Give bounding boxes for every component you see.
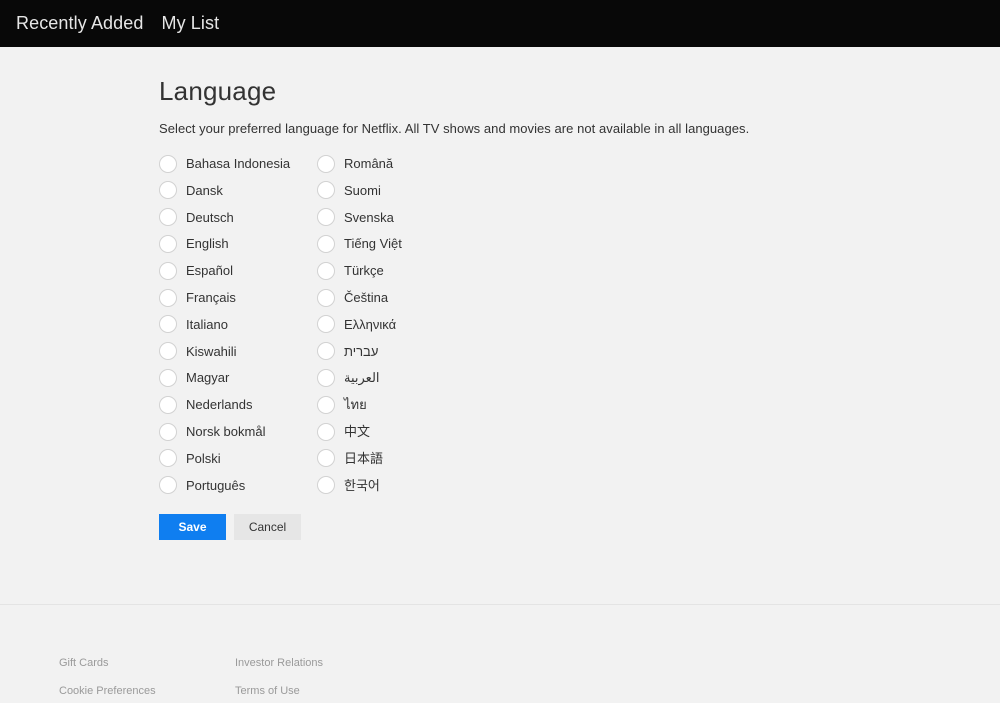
language-option-label: Português	[186, 477, 246, 493]
language-option-label: Polski	[186, 450, 221, 466]
language-option-label: 日本語	[344, 450, 384, 466]
language-option-row[interactable]: Čeština	[317, 284, 617, 311]
cancel-button[interactable]: Cancel	[234, 513, 301, 540]
language-option-row[interactable]: Español	[159, 257, 317, 284]
language-options-grid: Bahasa Indonesia Dansk Deutsch English Españ…	[159, 150, 1000, 498]
radio-button-icon[interactable]	[317, 476, 335, 495]
language-option-row[interactable]: Bahasa Indonesia	[159, 150, 317, 177]
radio-button-icon[interactable]	[317, 342, 335, 361]
footer-column: Investor Relations Terms of Use	[235, 657, 411, 703]
language-option-label: Kiswahili	[186, 343, 237, 359]
radio-button-icon[interactable]	[159, 154, 177, 173]
radio-button-icon[interactable]	[317, 208, 335, 227]
radio-button-icon[interactable]	[317, 288, 335, 307]
language-option-label: Suomi	[344, 182, 381, 198]
language-option-label: Italiano	[186, 316, 228, 332]
radio-button-icon[interactable]	[317, 154, 335, 173]
page-title: Language	[159, 76, 277, 106]
language-option-label: Ελληνικά	[344, 316, 397, 332]
radio-button-icon[interactable]	[159, 208, 177, 227]
radio-button-icon[interactable]	[159, 315, 177, 334]
language-option-row[interactable]: Polski	[159, 445, 317, 472]
language-option-row[interactable]: Dansk	[159, 177, 317, 204]
footer-link[interactable]: Gift Cards	[59, 657, 235, 669]
language-option-label: العربية	[344, 370, 380, 386]
radio-button-icon[interactable]	[317, 261, 335, 280]
top-navigation-bar: Recently Added My List	[0, 0, 1000, 47]
language-settings-panel: Language Select your preferred language …	[0, 47, 1000, 540]
language-column-right: Română Suomi Svenska Tiếng Việt Türkçe Češtin…	[317, 150, 617, 498]
footer-link[interactable]: Cookie Preferences	[59, 685, 235, 697]
language-option-label: Tiếng Việt	[344, 236, 402, 252]
language-option-label: Français	[186, 290, 236, 306]
language-option-row[interactable]: Suomi	[317, 177, 617, 204]
radio-button-icon[interactable]	[317, 395, 335, 414]
language-option-row[interactable]: Français	[159, 284, 317, 311]
page-footer: Gift Cards Cookie Preferences Investor Rel…	[0, 605, 1000, 703]
language-option-label: Español	[186, 263, 233, 279]
language-option-label: English	[186, 236, 229, 252]
nav-link-my-list[interactable]: My List	[162, 13, 220, 34]
language-option-row[interactable]: العربية	[317, 365, 617, 392]
page-subtitle: Select your preferred language for Netfl…	[159, 121, 750, 137]
language-option-label: Čeština	[344, 290, 389, 306]
language-option-row[interactable]: Tiếng Việt	[317, 231, 617, 258]
language-option-label: Magyar	[186, 370, 230, 386]
language-option-row[interactable]: Italiano	[159, 311, 317, 338]
footer-column: Gift Cards Cookie Preferences	[59, 657, 235, 703]
language-option-label: Svenska	[344, 209, 394, 225]
radio-button-icon[interactable]	[159, 449, 177, 468]
radio-button-icon[interactable]	[317, 234, 335, 253]
language-option-row[interactable]: Română	[317, 150, 617, 177]
language-option-row[interactable]: 中文	[317, 418, 617, 445]
language-option-label: Deutsch	[186, 209, 234, 225]
footer-link-columns: Gift Cards Cookie Preferences Investor Rel…	[59, 657, 1000, 703]
radio-button-icon[interactable]	[317, 368, 335, 387]
language-option-label: Dansk	[186, 182, 223, 198]
radio-button-icon[interactable]	[317, 422, 335, 441]
page-body: Language Select your preferred language …	[0, 47, 1000, 604]
language-option-label: Norsk bokmål	[186, 424, 266, 440]
radio-button-icon[interactable]	[159, 368, 177, 387]
nav-link-recently-added[interactable]: Recently Added	[16, 13, 144, 34]
language-option-row[interactable]: Kiswahili	[159, 338, 317, 365]
language-option-label: עברית	[344, 343, 379, 359]
language-option-label: 한국어	[344, 477, 380, 493]
radio-button-icon[interactable]	[317, 315, 335, 334]
language-option-row[interactable]: עברית	[317, 338, 617, 365]
language-option-row[interactable]: Nederlands	[159, 391, 317, 418]
radio-button-icon[interactable]	[159, 288, 177, 307]
language-option-row[interactable]: Ελληνικά	[317, 311, 617, 338]
language-option-row[interactable]: ไทย	[317, 391, 617, 418]
language-option-label: Türkçe	[344, 263, 384, 279]
radio-button-icon[interactable]	[317, 181, 335, 200]
radio-button-icon[interactable]	[159, 395, 177, 414]
language-option-label: Română	[344, 156, 394, 172]
radio-button-icon[interactable]	[159, 476, 177, 495]
language-option-row[interactable]: 日本語	[317, 445, 617, 472]
form-actions: Save Cancel	[159, 513, 1000, 540]
radio-button-icon[interactable]	[159, 234, 177, 253]
radio-button-icon[interactable]	[159, 342, 177, 361]
radio-button-icon[interactable]	[159, 181, 177, 200]
footer-link[interactable]: Investor Relations	[235, 657, 411, 669]
save-button[interactable]: Save	[159, 513, 226, 540]
language-column-left: Bahasa Indonesia Dansk Deutsch English Españ…	[159, 150, 317, 498]
radio-button-icon[interactable]	[317, 449, 335, 468]
language-option-label: 中文	[344, 424, 371, 440]
radio-button-icon[interactable]	[159, 422, 177, 441]
radio-button-icon[interactable]	[159, 261, 177, 280]
language-option-row[interactable]: Português	[159, 472, 317, 499]
language-option-row[interactable]: Türkçe	[317, 257, 617, 284]
language-option-label: ไทย	[344, 397, 367, 413]
footer-link[interactable]: Terms of Use	[235, 685, 411, 697]
language-option-row[interactable]: Magyar	[159, 365, 317, 392]
language-option-row[interactable]: Norsk bokmål	[159, 418, 317, 445]
language-option-row[interactable]: Deutsch	[159, 204, 317, 231]
language-option-label: Nederlands	[186, 397, 253, 413]
language-option-row[interactable]: 한국어	[317, 472, 617, 499]
language-option-label: Bahasa Indonesia	[186, 156, 291, 172]
language-option-row[interactable]: English	[159, 231, 317, 258]
language-option-row[interactable]: Svenska	[317, 204, 617, 231]
